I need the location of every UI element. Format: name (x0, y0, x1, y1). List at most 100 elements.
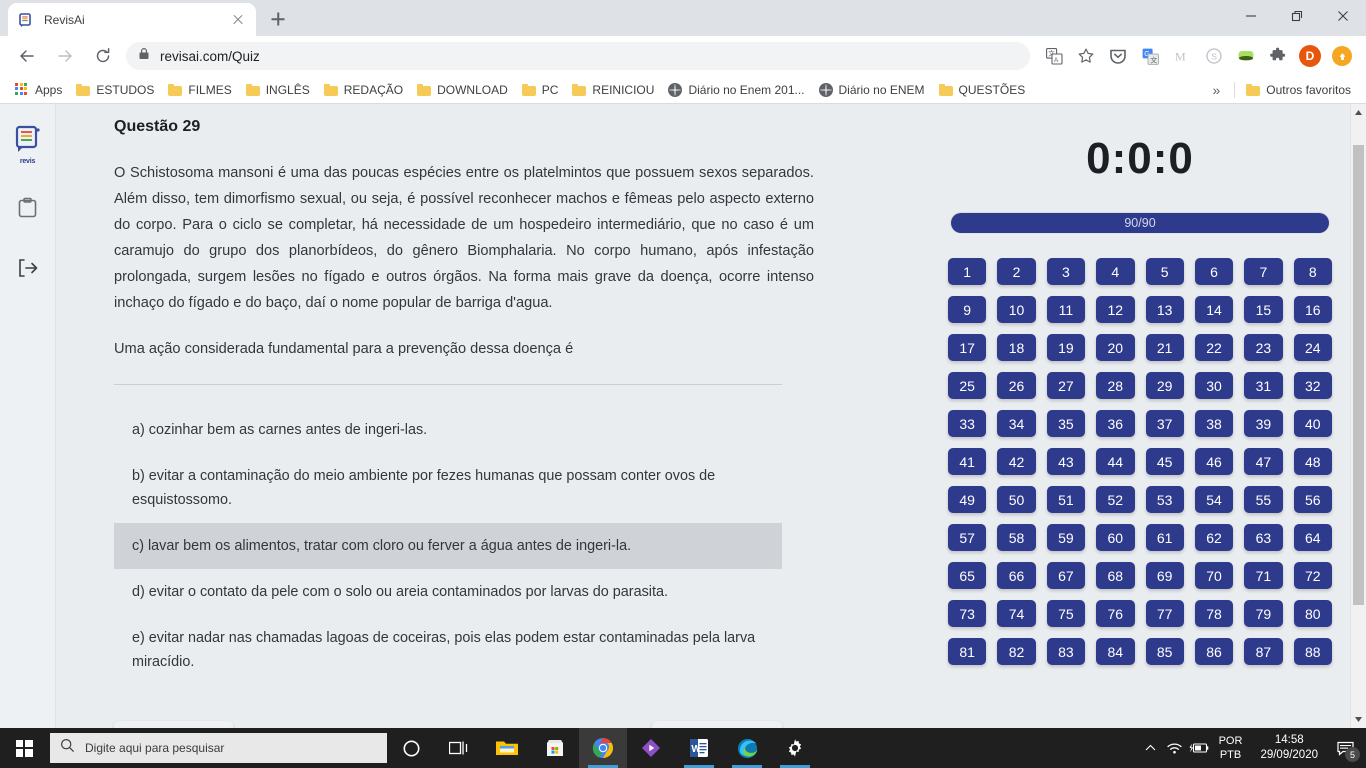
question-number-4[interactable]: 4 (1096, 258, 1135, 285)
bookmark-item-estudos[interactable]: ESTUDOS (69, 80, 161, 100)
back-button[interactable]: ‹ VOLTAR (114, 721, 234, 728)
question-number-86[interactable]: 86 (1194, 638, 1234, 665)
question-number-79[interactable]: 79 (1244, 600, 1283, 627)
bookmark-star-icon[interactable] (1073, 43, 1099, 69)
scrollbar-track[interactable] (1351, 121, 1366, 711)
option-a[interactable]: a) cozinhar bem as carnes antes de inger… (114, 407, 782, 453)
option-b[interactable]: b) evitar a contaminação do meio ambient… (114, 453, 782, 523)
question-number-48[interactable]: 48 (1293, 448, 1332, 475)
question-number-51[interactable]: 51 (1046, 486, 1086, 513)
language-indicator[interactable]: POR PTB (1211, 734, 1251, 762)
question-number-29[interactable]: 29 (1145, 372, 1184, 399)
next-button[interactable]: PRÓXIMO › (651, 721, 782, 728)
show-hidden-icons-icon[interactable] (1139, 728, 1163, 768)
question-number-27[interactable]: 27 (1046, 372, 1086, 399)
question-number-26[interactable]: 26 (997, 372, 1036, 399)
bookmark-item-diario-enem-201[interactable]: Diário no Enem 201... (661, 80, 811, 100)
bookmark-apps[interactable]: Apps (8, 80, 69, 100)
bookmarks-overflow-icon[interactable]: » (1203, 82, 1231, 98)
question-number-9[interactable]: 9 (948, 296, 987, 323)
google-translate-icon[interactable]: G 文 (1137, 43, 1163, 69)
question-number-15[interactable]: 15 (1244, 296, 1283, 323)
mendeley-icon[interactable]: M (1169, 43, 1195, 69)
question-number-34[interactable]: 34 (997, 410, 1036, 437)
question-number-41[interactable]: 41 (948, 448, 987, 475)
question-number-74[interactable]: 74 (997, 600, 1036, 627)
taskbar-task-view-icon[interactable] (435, 728, 483, 768)
question-number-82[interactable]: 82 (997, 638, 1036, 665)
question-number-18[interactable]: 18 (997, 334, 1036, 361)
question-number-65[interactable]: 65 (948, 562, 987, 589)
question-number-10[interactable]: 10 (997, 296, 1036, 323)
question-number-31[interactable]: 31 (1244, 372, 1283, 399)
question-number-30[interactable]: 30 (1194, 372, 1234, 399)
question-number-57[interactable]: 57 (948, 524, 987, 551)
question-number-25[interactable]: 25 (948, 372, 987, 399)
question-number-6[interactable]: 6 (1194, 258, 1234, 285)
question-number-14[interactable]: 14 (1194, 296, 1234, 323)
browser-tab[interactable]: RevisAi (8, 3, 256, 36)
option-e[interactable]: e) evitar nadar nas chamadas lagoas de c… (114, 615, 782, 685)
reload-icon[interactable] (89, 42, 117, 70)
question-number-37[interactable]: 37 (1145, 410, 1184, 437)
close-button[interactable] (1320, 0, 1366, 32)
question-number-50[interactable]: 50 (997, 486, 1036, 513)
question-number-20[interactable]: 20 (1096, 334, 1135, 361)
taskbar-media-player-icon[interactable] (627, 728, 675, 768)
question-number-33[interactable]: 33 (948, 410, 987, 437)
puzzle-extensions-icon[interactable] (1265, 43, 1291, 69)
question-number-88[interactable]: 88 (1293, 638, 1332, 665)
clock[interactable]: 14:58 29/09/2020 (1250, 733, 1328, 763)
question-number-47[interactable]: 47 (1244, 448, 1283, 475)
question-number-13[interactable]: 13 (1145, 296, 1184, 323)
battery-charging-icon[interactable] (1187, 728, 1211, 768)
question-number-32[interactable]: 32 (1293, 372, 1332, 399)
forward-arrow-icon[interactable] (51, 42, 79, 70)
taskbar-microsoft-store-icon[interactable] (531, 728, 579, 768)
question-number-45[interactable]: 45 (1145, 448, 1184, 475)
bookmark-item-pc[interactable]: PC (515, 80, 566, 100)
question-number-7[interactable]: 7 (1244, 258, 1283, 285)
question-number-40[interactable]: 40 (1293, 410, 1332, 437)
scrollbar-thumb[interactable] (1353, 145, 1364, 605)
new-tab-button[interactable] (264, 5, 292, 33)
question-number-72[interactable]: 72 (1293, 562, 1332, 589)
question-number-49[interactable]: 49 (948, 486, 987, 513)
question-number-17[interactable]: 17 (948, 334, 987, 361)
question-number-23[interactable]: 23 (1244, 334, 1283, 361)
question-number-56[interactable]: 56 (1293, 486, 1332, 513)
question-number-67[interactable]: 67 (1046, 562, 1086, 589)
question-number-22[interactable]: 22 (1194, 334, 1234, 361)
bookmark-item-diario-enem[interactable]: Diário no ENEM (812, 80, 932, 100)
bookmark-item-questoes[interactable]: QUESTÕES (932, 80, 1033, 100)
question-number-81[interactable]: 81 (948, 638, 987, 665)
maximize-button[interactable] (1274, 0, 1320, 32)
question-number-11[interactable]: 11 (1046, 296, 1086, 323)
question-number-5[interactable]: 5 (1145, 258, 1184, 285)
question-number-36[interactable]: 36 (1096, 410, 1135, 437)
question-number-63[interactable]: 63 (1244, 524, 1283, 551)
bookmark-item-filmes[interactable]: FILMES (161, 80, 238, 100)
scroll-down-arrow-icon[interactable] (1351, 711, 1366, 728)
question-number-69[interactable]: 69 (1145, 562, 1184, 589)
question-number-83[interactable]: 83 (1046, 638, 1086, 665)
question-number-54[interactable]: 54 (1194, 486, 1234, 513)
update-icon[interactable] (1329, 43, 1355, 69)
question-number-42[interactable]: 42 (997, 448, 1036, 475)
question-number-43[interactable]: 43 (1046, 448, 1086, 475)
profile-avatar[interactable]: D (1297, 43, 1323, 69)
address-bar[interactable]: revisai.com/Quiz (126, 42, 1030, 70)
question-number-39[interactable]: 39 (1244, 410, 1283, 437)
honey-icon[interactable]: S (1201, 43, 1227, 69)
question-number-87[interactable]: 87 (1244, 638, 1283, 665)
pocket-icon[interactable] (1105, 43, 1131, 69)
clipboard-icon[interactable] (11, 191, 45, 225)
translate-icon[interactable]: 文 A (1041, 43, 1067, 69)
question-number-75[interactable]: 75 (1046, 600, 1086, 627)
question-number-44[interactable]: 44 (1096, 448, 1135, 475)
bookmark-item-reiniciou[interactable]: REINICIOU (565, 80, 661, 100)
question-number-28[interactable]: 28 (1096, 372, 1135, 399)
question-number-77[interactable]: 77 (1145, 600, 1184, 627)
taskbar-microsoft-word-icon[interactable]: W (675, 728, 723, 768)
question-number-73[interactable]: 73 (948, 600, 987, 627)
